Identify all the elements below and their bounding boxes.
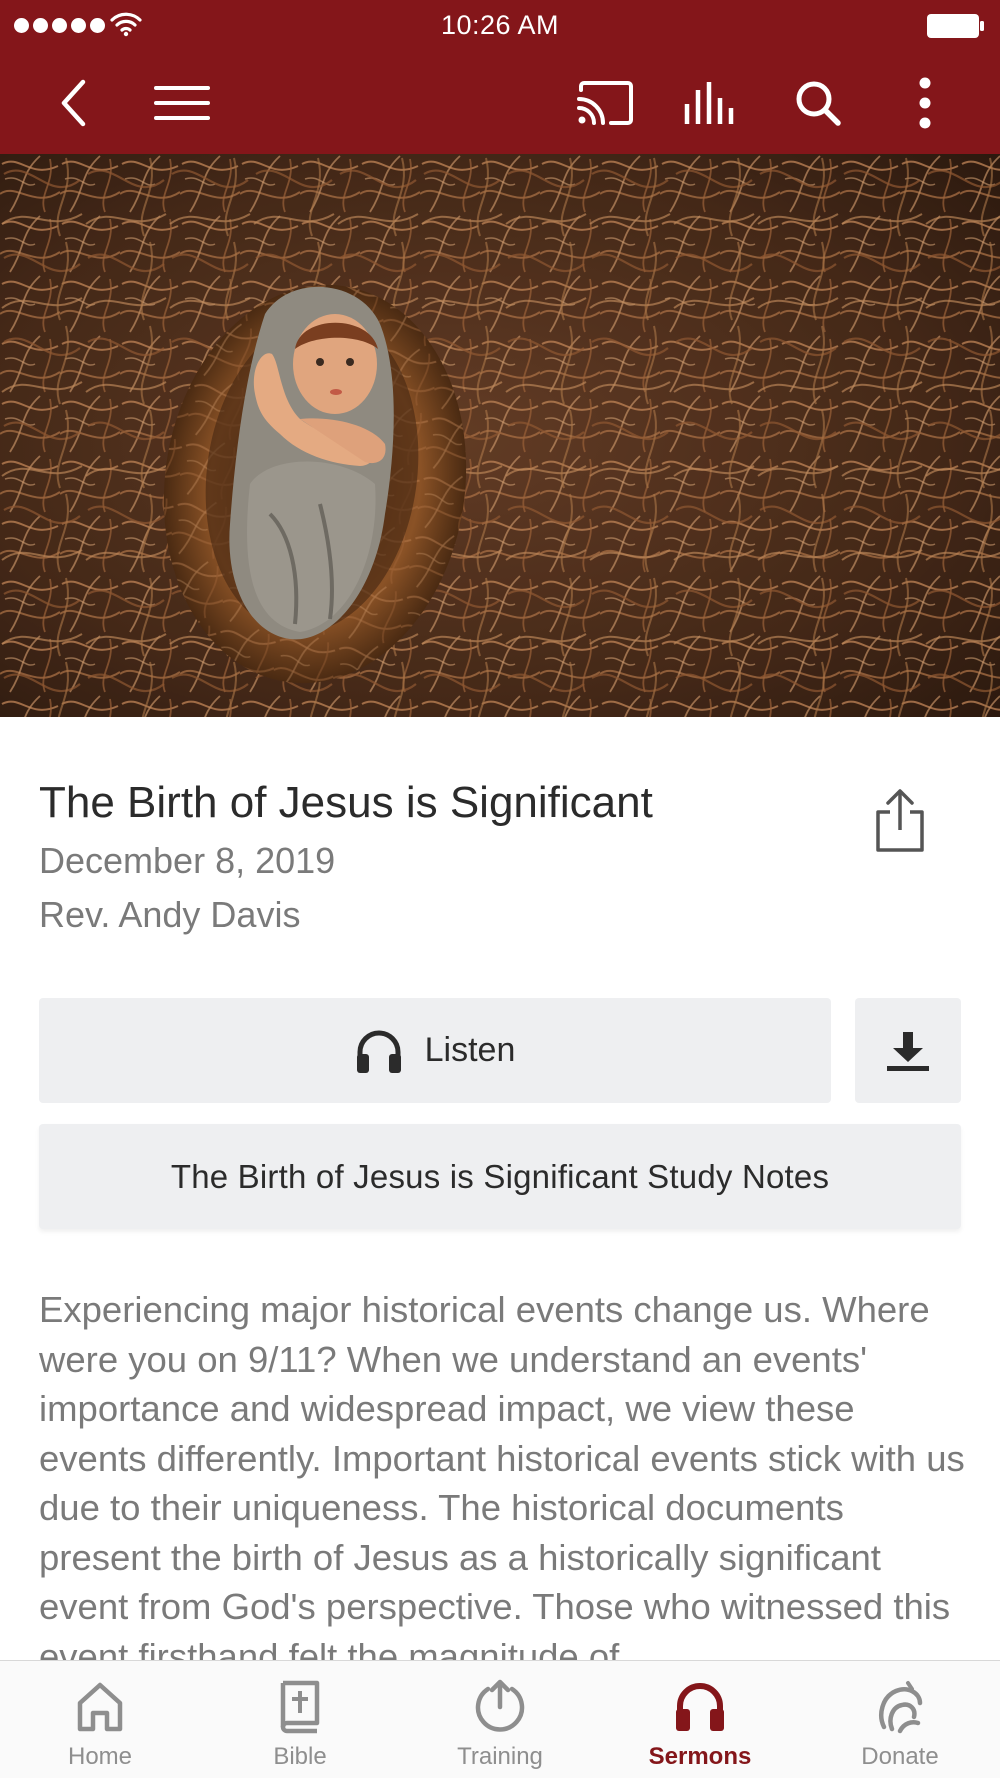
tab-donate-label: Donate (861, 1743, 939, 1770)
search-icon (796, 81, 841, 126)
tab-training[interactable]: Training (400, 1661, 600, 1778)
equalizer-icon (684, 82, 734, 124)
menu-icon (154, 86, 210, 120)
audio-queue-button[interactable] (676, 52, 746, 154)
back-icon (61, 79, 86, 127)
nativity-photo (0, 154, 1000, 717)
more-vertical-icon (919, 77, 931, 129)
tab-home-label: Home (67, 1743, 133, 1770)
tab-training-label: Training (457, 1743, 543, 1770)
sermon-date: December 8, 2019 (39, 840, 336, 881)
cast-icon (577, 81, 633, 125)
more-options-button[interactable] (900, 52, 950, 154)
share-icon (876, 789, 924, 852)
tab-bar: Home Bible Training Sermons Donate (0, 1660, 1000, 1778)
tab-sermons-label: Sermons (648, 1743, 752, 1770)
search-button[interactable] (785, 52, 851, 154)
nav-bar (0, 52, 1000, 154)
bible-icon (280, 1680, 320, 1734)
training-icon (475, 1679, 525, 1732)
headphones-icon (356, 1030, 401, 1073)
sermon-speaker: Rev. Andy Davis (39, 894, 301, 935)
tab-bible-label: Bible (273, 1743, 327, 1770)
tab-home[interactable]: Home (0, 1661, 200, 1778)
back-button[interactable] (42, 52, 104, 154)
share-button[interactable] (872, 788, 928, 854)
tab-donate[interactable]: Donate (800, 1661, 1000, 1778)
listen-button[interactable]: Listen (39, 998, 831, 1103)
download-button[interactable] (855, 998, 961, 1103)
sermon-hero-image (0, 154, 1000, 717)
battery-icon (927, 14, 984, 38)
listen-label: Listen (424, 1031, 516, 1069)
status-time: 10:26 AM (440, 10, 560, 40)
study-notes-button[interactable]: The Birth of Jesus is Significant Study … (39, 1124, 961, 1229)
headphones-icon (676, 1683, 724, 1731)
sermon-description: Experiencing major historical events cha… (39, 1289, 965, 1677)
menu-button[interactable] (150, 52, 214, 154)
tab-sermons[interactable]: Sermons (600, 1661, 800, 1778)
status-bar: 10:26 AM (0, 0, 1000, 52)
sermon-title: The Birth of Jesus is Significant (39, 778, 653, 827)
home-icon (77, 1682, 123, 1732)
tab-bible[interactable]: Bible (200, 1661, 400, 1778)
cast-button[interactable] (570, 52, 640, 154)
donate-icon (879, 1681, 923, 1734)
download-icon (887, 1031, 929, 1071)
